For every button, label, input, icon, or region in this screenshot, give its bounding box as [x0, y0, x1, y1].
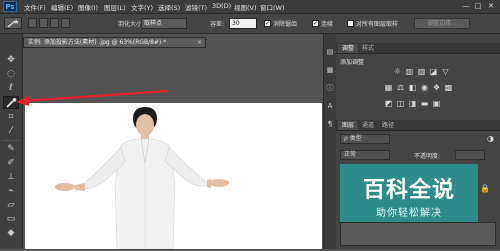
- history-icon[interactable]: ▤: [325, 46, 335, 59]
- lock-icon: 🔒: [480, 184, 490, 193]
- brightness-icon[interactable]: ☼: [393, 67, 402, 76]
- antialias-checkbox[interactable]: ✓: [264, 20, 271, 27]
- opacity-input[interactable]: [455, 150, 485, 160]
- invert-icon[interactable]: ◩: [384, 99, 393, 108]
- man-figure: [55, 107, 229, 250]
- color-lookup-icon[interactable]: ▩: [444, 83, 453, 92]
- tolerance-input[interactable]: 30: [229, 18, 257, 29]
- refine-edge-button[interactable]: 调整边缘...: [414, 18, 470, 29]
- healing-brush-tool-icon[interactable]: ✎: [3, 143, 19, 156]
- baike-watermark: 百科全说 助你轻松解决: [340, 164, 478, 222]
- menu-bar: Ps 文件(F) 编辑(E) 图像(I) 图层(L) 文字(Y) 选择(S) 滤…: [0, 0, 500, 14]
- photoshop-logo: Ps: [3, 1, 17, 12]
- document-canvas[interactable]: [25, 103, 322, 250]
- menu-image[interactable]: 图像(I): [78, 2, 98, 12]
- sample-size-select[interactable]: 取样点: [141, 18, 187, 29]
- canvas-photo: [55, 107, 229, 250]
- lasso-tool-icon[interactable]: ℓ: [3, 82, 19, 95]
- move-tool-icon[interactable]: ✥: [3, 54, 19, 67]
- tab-paths[interactable]: 路径: [378, 121, 398, 130]
- vibrance-icon[interactable]: ▽: [441, 67, 450, 76]
- add-selection-icon[interactable]: [39, 18, 48, 28]
- blur-tool-icon[interactable]: ◆: [3, 227, 19, 240]
- color-balance-icon[interactable]: ⚖: [396, 83, 405, 92]
- tolerance-label: 容差:: [210, 21, 225, 28]
- tab-channels[interactable]: 通道: [358, 121, 378, 130]
- restore-icon[interactable]: □: [474, 2, 482, 10]
- selective-color-icon[interactable]: ▣: [432, 99, 441, 108]
- brush-tool-icon[interactable]: ✐: [3, 157, 19, 170]
- magic-wand-icon: [7, 19, 19, 28]
- info-icon[interactable]: ⓘ: [325, 82, 335, 95]
- contiguous-checkbox[interactable]: ✓: [312, 20, 319, 27]
- paragraph-icon[interactable]: ¶: [325, 118, 335, 131]
- tools-panel: ✥ ◌ ℓ ⌗ ⁄ ✎ ✐ ⊥ ⌁ ▱ ▭ ◆: [0, 34, 23, 249]
- posterize-icon[interactable]: ◫: [396, 99, 405, 108]
- menu-edit[interactable]: 编辑(E): [51, 2, 73, 12]
- marquee-tool-icon[interactable]: ◌: [3, 68, 19, 81]
- opacity-label: 不透明度:: [414, 153, 441, 160]
- gradient-tool-icon[interactable]: ▭: [3, 213, 19, 226]
- levels-icon[interactable]: ▥: [405, 67, 414, 76]
- tab-styles[interactable]: 样式: [358, 44, 378, 53]
- layer-kind-filter[interactable]: ρ 类型: [340, 134, 390, 144]
- all-layers-checkbox[interactable]: [347, 20, 354, 27]
- watermark-title: 百科全说: [362, 178, 455, 203]
- hue-saturation-icon[interactable]: ▦: [384, 83, 393, 92]
- photo-filter-icon[interactable]: ◉: [420, 83, 429, 92]
- panel-icon-rail: ▤ ▦ ⓘ A ¶: [323, 34, 336, 249]
- contiguous-label: 连续: [321, 21, 334, 28]
- window-controls: — □ ✕: [460, 0, 500, 13]
- document-tab[interactable]: 实例: 添加投影方法(素材) .jpg @ 63%(RGB/8#) * ×: [23, 37, 206, 48]
- curves-icon[interactable]: ▨: [417, 67, 426, 76]
- menu-view[interactable]: 视图(V): [234, 2, 257, 12]
- new-selection-icon[interactable]: [28, 18, 37, 28]
- adjustments-tabs: 调整 样式: [336, 43, 500, 54]
- black-white-icon[interactable]: ◧: [408, 83, 417, 92]
- document-title: 实例: 添加投影方法(素材) .jpg @ 63%(RGB/8#) *: [28, 39, 167, 46]
- add-adjustment-title: 添加调整: [340, 59, 365, 66]
- toolbar-divider: [3, 140, 19, 141]
- menu-window[interactable]: 窗口(W): [260, 2, 285, 12]
- magic-wand-icon: [6, 98, 17, 108]
- threshold-icon[interactable]: ◨: [408, 99, 417, 108]
- close-icon[interactable]: ×: [197, 38, 202, 47]
- menu-3d[interactable]: 3D(D): [212, 2, 231, 10]
- tab-adjustments[interactable]: 调整: [338, 44, 359, 53]
- eraser-tool-icon[interactable]: ▱: [3, 199, 19, 212]
- gradient-map-icon[interactable]: ▬: [420, 99, 429, 108]
- menu-type[interactable]: 文字(Y): [131, 2, 153, 12]
- layer-row-background[interactable]: [340, 222, 496, 246]
- eyedropper-tool-icon[interactable]: ⁄: [3, 125, 19, 138]
- subtract-selection-icon[interactable]: [50, 18, 59, 28]
- tool-preset-picker[interactable]: [4, 17, 22, 29]
- all-layers-label: 对所有图层取样: [356, 21, 399, 28]
- tab-layers[interactable]: 图层: [338, 121, 359, 130]
- options-bar: 羽化大小: 取样点 容差: 30 ✓ 消除锯齿 ✓ 连续 对所有图层取样 调整边…: [0, 14, 500, 34]
- intersect-selection-icon[interactable]: [61, 18, 70, 28]
- exposure-icon[interactable]: ◪: [429, 67, 438, 76]
- close-icon[interactable]: ✕: [487, 2, 495, 10]
- minimize-icon[interactable]: —: [462, 2, 470, 10]
- blend-mode-select[interactable]: 正常: [340, 150, 390, 160]
- menu-layer[interactable]: 图层(L): [104, 2, 126, 12]
- channel-mixer-icon[interactable]: ❖: [432, 83, 441, 92]
- properties-icon[interactable]: ▦: [325, 64, 335, 77]
- watermark-subtitle: 助你轻松解决: [376, 208, 442, 219]
- menu-filter[interactable]: 滤镜(T): [185, 2, 207, 12]
- history-brush-tool-icon[interactable]: ⌁: [3, 185, 19, 198]
- antialias-label: 消除锯齿: [273, 21, 298, 28]
- filter-toggle-icon[interactable]: ◑: [486, 134, 495, 143]
- crop-tool-icon[interactable]: ⌗: [3, 111, 19, 124]
- layers-tabs: 图层 通道 路径: [336, 120, 500, 131]
- character-icon[interactable]: A: [325, 100, 335, 113]
- clone-stamp-tool-icon[interactable]: ⊥: [3, 171, 19, 184]
- menu-file[interactable]: 文件(F): [24, 2, 46, 12]
- menu-select[interactable]: 选择(S): [158, 2, 180, 12]
- magic-wand-tool-icon[interactable]: [3, 96, 19, 109]
